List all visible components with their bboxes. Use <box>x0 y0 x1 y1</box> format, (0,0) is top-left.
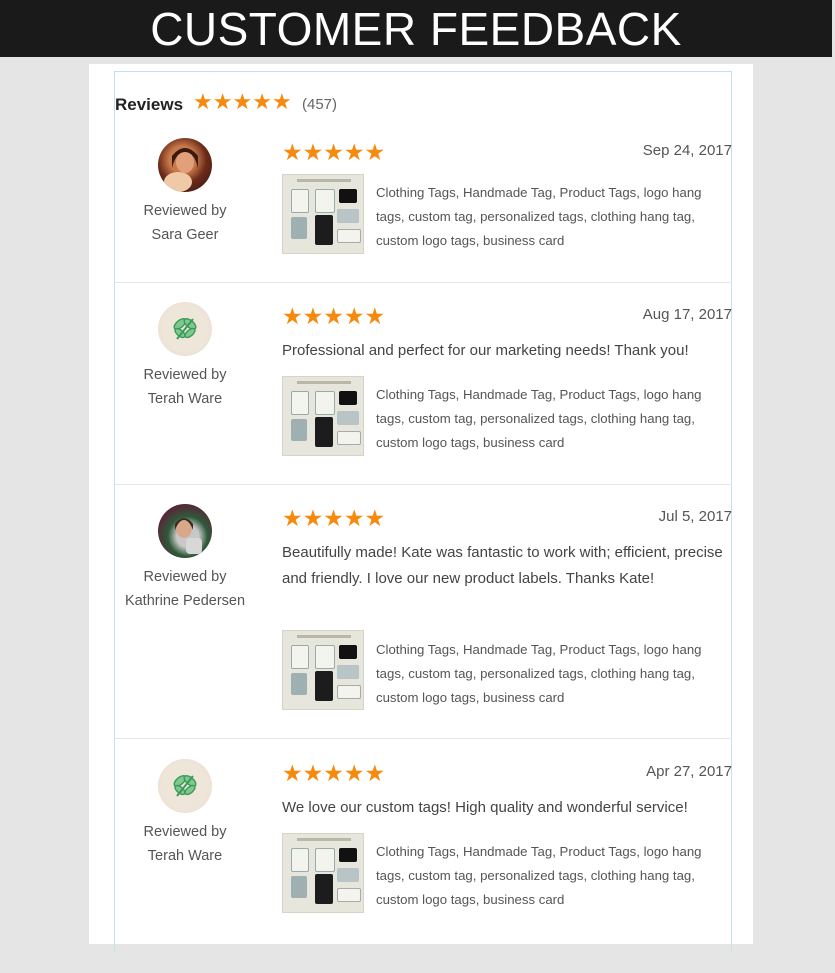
dragonfly-icon <box>173 318 197 340</box>
reviewer-avatar[interactable] <box>158 302 212 356</box>
banner-title: CUSTOMER FEEDBACK <box>150 3 682 55</box>
reviewed-by-label: Reviewed by <box>143 367 227 383</box>
reviews-heading: Reviews <box>115 95 184 114</box>
reviewer-avatar[interactable] <box>158 759 212 813</box>
review-date: Sep 24, 2017 <box>642 142 732 159</box>
star-icon: ★ <box>323 304 344 330</box>
divider <box>115 738 732 739</box>
product-thumbnail[interactable] <box>282 630 364 710</box>
review-item: Reviewed by Terah Ware ★ ★ ★ ★ ★ Apr 27, 201… <box>115 755 732 941</box>
summary-rating: ★ ★ ★ ★ ★ <box>193 91 292 115</box>
star-icon: ★ <box>232 90 253 115</box>
review-text: Beautifully made! Kate was fantastic to … <box>282 544 723 587</box>
review-rating: ★ ★ ★ ★ ★ <box>282 305 385 329</box>
divider <box>115 282 732 283</box>
reviewer-name[interactable]: Terah Ware <box>115 844 255 868</box>
star-icon: ★ <box>323 506 344 532</box>
review-text: We love our custom tags! High quality an… <box>282 799 688 816</box>
reviewer-name[interactable]: Terah Ware <box>115 387 255 411</box>
review-date: Jul 5, 2017 <box>658 508 732 525</box>
product-thumbnail[interactable] <box>282 174 364 254</box>
banner: CUSTOMER FEEDBACK <box>0 0 832 57</box>
item-title[interactable]: Clothing Tags, Handmade Tag, Product Tag… <box>376 840 731 912</box>
star-icon: ★ <box>364 506 386 532</box>
item-title[interactable]: Clothing Tags, Handmade Tag, Product Tag… <box>376 181 731 253</box>
star-icon: ★ <box>302 506 324 532</box>
star-icon: ★ <box>302 140 324 166</box>
star-icon: ★ <box>323 140 344 166</box>
review-item: Reviewed by Terah Ware ★ ★ ★ ★ ★ Aug 17, 201… <box>115 298 732 484</box>
review-count[interactable]: (457) <box>302 96 337 113</box>
star-icon: ★ <box>323 761 344 787</box>
star-icon: ★ <box>282 140 303 166</box>
star-icon: ★ <box>364 761 386 787</box>
star-icon: ★ <box>252 90 272 115</box>
review-rating: ★ ★ ★ ★ ★ <box>282 507 385 531</box>
star-icon: ★ <box>343 761 365 787</box>
star-icon: ★ <box>282 761 303 787</box>
item-title[interactable]: Clothing Tags, Handmade Tag, Product Tag… <box>376 638 731 710</box>
star-icon: ★ <box>343 140 365 166</box>
reviewer-name[interactable]: Kathrine Pedersen <box>115 589 255 613</box>
user-photo-icon <box>164 148 198 192</box>
product-thumbnail[interactable] <box>282 833 364 913</box>
dragonfly-icon <box>173 775 197 797</box>
user-photo-icon <box>175 518 202 554</box>
item-title[interactable]: Clothing Tags, Handmade Tag, Product Tag… <box>376 383 731 455</box>
product-thumbnail[interactable] <box>282 376 364 456</box>
reviewed-by-label: Reviewed by <box>143 203 227 219</box>
review-item: Reviewed by Sara Geer ★ ★ ★ ★ ★ Sep 24, 2017… <box>115 134 732 282</box>
star-icon: ★ <box>282 304 303 330</box>
star-icon: ★ <box>364 140 386 166</box>
star-icon: ★ <box>364 304 386 330</box>
review-rating: ★ ★ ★ ★ ★ <box>282 762 385 786</box>
star-icon: ★ <box>193 90 213 115</box>
star-icon: ★ <box>302 761 324 787</box>
star-icon: ★ <box>282 506 303 532</box>
reviewer-avatar[interactable] <box>158 504 212 558</box>
review-text: Professional and perfect for our marketi… <box>282 342 689 359</box>
review-item: Reviewed by Kathrine Pedersen ★ ★ ★ ★ ★ Jul … <box>115 500 732 738</box>
star-icon: ★ <box>343 304 365 330</box>
star-icon: ★ <box>271 90 292 115</box>
review-date: Aug 17, 2017 <box>642 306 732 323</box>
reviewer-name[interactable]: Sara Geer <box>115 223 255 247</box>
star-icon: ★ <box>302 304 324 330</box>
divider <box>115 484 732 485</box>
reviewed-by-label: Reviewed by <box>143 824 227 840</box>
reviewer-avatar[interactable] <box>158 138 212 192</box>
review-date: Apr 27, 2017 <box>646 763 732 780</box>
star-icon: ★ <box>343 506 365 532</box>
reviewed-by-label: Reviewed by <box>143 569 227 585</box>
star-icon: ★ <box>212 90 233 115</box>
review-rating: ★ ★ ★ ★ ★ <box>282 141 385 165</box>
